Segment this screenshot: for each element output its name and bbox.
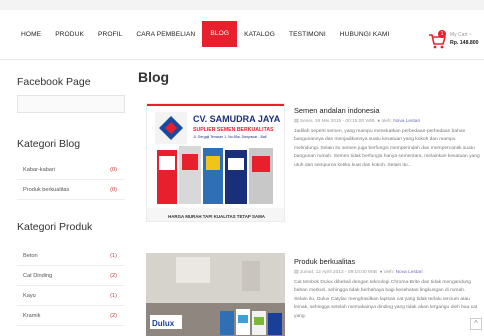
post-excerpt: Cat tembok Dulux dibekali dengan teknolo… — [294, 280, 478, 319]
category-item-cat-dinding[interactable]: Cat Dinding (2) — [17, 266, 125, 286]
post-excerpt: Jadilah seperti semen, yang mampu meneka… — [294, 129, 480, 168]
category-item-kramik[interactable]: Kramik (2) — [17, 306, 125, 326]
category-label: Kabar-kabari — [23, 166, 56, 173]
page-title: Blog — [138, 69, 170, 85]
post-semen: Semen andalan indonesia ▤ Senin, 18 Mei … — [294, 106, 480, 170]
category-item-produk-berkualitas[interactable]: Produk berkualitas (0) — [17, 180, 125, 200]
nav-cara-pembelian[interactable]: CARA PEMBELIAN — [129, 24, 202, 46]
category-label: Kramik — [23, 312, 41, 319]
cart-count-badge: 1 — [438, 30, 446, 38]
category-count: (0) — [110, 186, 117, 193]
facebook-page-widget[interactable] — [17, 95, 125, 113]
post-title[interactable]: Semen andalan indonesia — [294, 106, 480, 115]
cart-amount: Rp. 148.800 — [450, 40, 479, 46]
category-item-beton[interactable]: Beton (1) — [17, 246, 125, 266]
cart-widget[interactable]: 1 My Cart ~ Rp. 148.800 — [428, 30, 484, 56]
post-meta: ▤ Jumat, 12 April 2013 - 09:10:00 WIB ● … — [294, 270, 480, 275]
nav-katalog[interactable]: KATALOG — [237, 24, 282, 46]
banner-address: Jl. Gergaji Tenaran 1, No.89a, Denpasar … — [193, 135, 267, 139]
post-author-prefix: oleh: — [381, 119, 392, 124]
top-strip — [0, 0, 484, 10]
scroll-to-top-button[interactable]: ^ — [470, 318, 482, 330]
post-date: Senin, 18 Mei 2015 - 00:15:00 WIB — [299, 119, 375, 124]
nav-testimoni[interactable]: TESTIMONI — [282, 24, 333, 46]
category-label: Kayu — [23, 292, 36, 299]
banner-footer-text: HARGA MURAH TAPI KUALITAS TETAP SAMA — [168, 214, 266, 219]
banner-company-name: CV. SAMUDRA JAYA — [193, 114, 281, 124]
kategori-blog-list: Kabar-kabari (0) Produk berkualitas (0) — [17, 160, 125, 200]
post-meta: ▤ Senin, 18 Mei 2015 - 00:15:00 WIB ● ol… — [294, 119, 480, 124]
category-item-kabar-kabari[interactable]: Kabar-kabari (0) — [17, 160, 125, 180]
post-thumbnail-semen[interactable]: CV. SAMUDRA JAYA SUPLIER SEMEN BERKUALIT… — [146, 103, 285, 222]
post-author[interactable]: Nova Lestari — [396, 270, 423, 275]
kategori-produk-list: Beton (1) Cat Dinding (2) Kayu (1) Krami… — [17, 246, 125, 326]
cart-label: My Cart ~ — [450, 32, 472, 38]
category-label: Beton — [23, 252, 38, 259]
category-count: (2) — [110, 312, 117, 319]
kategori-produk-heading: Kategori Produk — [17, 221, 93, 233]
cement-bags-image — [157, 146, 273, 204]
category-count: (2) — [110, 272, 117, 279]
category-item-kayu[interactable]: Kayu (1) — [17, 286, 125, 306]
post-author-prefix: oleh: — [383, 270, 395, 275]
nav-hubungi-kami[interactable]: HUBUNGI KAMI — [333, 24, 397, 46]
nav-profil[interactable]: PROFIL — [91, 24, 129, 46]
nav-blog[interactable]: BLOG — [202, 21, 238, 47]
facebook-page-heading: Facebook Page — [17, 76, 91, 88]
category-label: Cat Dinding — [23, 272, 53, 279]
semen-gresik-logo — [155, 112, 187, 144]
post-date: Jumat, 12 April 2013 - 09:10:00 WIB — [299, 270, 377, 275]
nav-menu: HOME PRODUK PROFIL CARA PEMBELIAN BLOG K… — [14, 21, 397, 47]
post-author[interactable]: Nova Lestari — [393, 119, 420, 124]
category-count: (0) — [110, 166, 117, 173]
post-dulux: Produk berkualitas ▤ Jumat, 12 April 201… — [294, 257, 480, 321]
post-title[interactable]: Produk berkualitas — [294, 257, 480, 266]
dulux-brand-text: Dulux — [152, 319, 175, 328]
category-count: (1) — [110, 292, 117, 299]
dulux-logo: Dulux — [150, 315, 182, 329]
post-thumbnail-dulux[interactable]: Dulux — [146, 253, 285, 336]
category-label: Produk berkualitas — [23, 186, 70, 193]
main-navigation: HOME PRODUK PROFIL CARA PEMBELIAN BLOG K… — [0, 10, 484, 60]
nav-home[interactable]: HOME — [14, 24, 48, 46]
kategori-blog-heading: Kategori Blog — [17, 138, 81, 150]
nav-produk[interactable]: PRODUK — [48, 24, 91, 46]
category-count: (1) — [110, 252, 117, 259]
banner-tagline: SUPLIER SEMEN BERKUALITAS — [193, 127, 274, 133]
